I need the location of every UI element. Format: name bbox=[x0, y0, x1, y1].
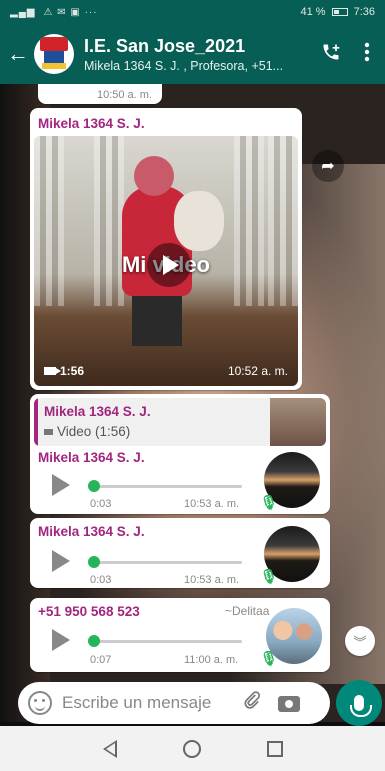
notification-icons: ⚠ ✉ ▣ ··· bbox=[43, 6, 98, 18]
mic-icon: 🎙 bbox=[260, 650, 278, 666]
add-call-icon[interactable] bbox=[313, 42, 349, 67]
message-time: 10:52 a. m. bbox=[227, 364, 288, 378]
quoted-thumbnail bbox=[270, 398, 326, 446]
message-sender: Mikela 1364 S. J. bbox=[38, 116, 145, 131]
composer bbox=[0, 680, 385, 726]
voice-duration: 0:03 bbox=[90, 498, 112, 510]
quoted-message[interactable]: Mikela 1364 S. J. Video (1:56) bbox=[34, 398, 326, 446]
play-icon[interactable] bbox=[52, 629, 70, 651]
more-vert-icon[interactable] bbox=[349, 42, 385, 67]
video-camera-icon bbox=[44, 428, 53, 435]
signal-icon: ▂▄▆ bbox=[10, 6, 36, 18]
voice-message[interactable]: +51 950 568 523 ~Delitaa 0:07 11:00 a. m… bbox=[30, 598, 330, 672]
reply-voice-message[interactable]: Mikela 1364 S. J. Video (1:56) Mikela 13… bbox=[30, 394, 330, 514]
status-bar: ▂▄▆ ⚠ ✉ ▣ ··· 41 % 7:36 bbox=[0, 0, 385, 24]
message-time: 11:00 a. m. bbox=[184, 654, 239, 666]
chat-info[interactable]: I.E. San Jose_2021 Mikela 1364 S. J. , P… bbox=[84, 36, 313, 73]
voice-seek-handle[interactable] bbox=[88, 556, 100, 568]
emoji-icon[interactable] bbox=[28, 691, 52, 715]
battery-percent: 41 % bbox=[300, 6, 326, 18]
voice-duration: 0:07 bbox=[90, 654, 112, 666]
message-input[interactable] bbox=[62, 693, 237, 713]
voice-duration: 0:03 bbox=[90, 574, 112, 586]
voice-seek-handle[interactable] bbox=[88, 635, 100, 647]
message-input-container bbox=[18, 682, 330, 724]
arrow-left-icon[interactable]: ← bbox=[4, 41, 32, 67]
voice-progress-track[interactable] bbox=[92, 485, 242, 488]
video-message[interactable]: Mikela 1364 S. J. Mi video 1:56 10:52 a.… bbox=[30, 108, 302, 390]
nav-back-icon[interactable] bbox=[102, 739, 117, 758]
chevron-double-down-icon: ︾ bbox=[353, 634, 367, 650]
quoted-text: Video (1:56) bbox=[44, 424, 130, 439]
quoted-text-label: Video (1:56) bbox=[57, 424, 131, 439]
video-thumbnail[interactable]: Mi video 1:56 10:52 a. m. bbox=[34, 136, 298, 386]
message-sender: Mikela 1364 S. J. bbox=[38, 524, 145, 539]
message-time: 10:53 a. m. bbox=[184, 574, 240, 586]
message-sender-number: +51 950 568 523 bbox=[38, 604, 140, 619]
message-sender: Mikela 1364 S. J. bbox=[38, 450, 145, 465]
clock: 7:36 bbox=[353, 6, 375, 18]
voice-record-button[interactable] bbox=[336, 680, 382, 726]
battery-icon bbox=[331, 8, 348, 16]
play-icon bbox=[163, 255, 179, 275]
mic-icon bbox=[350, 695, 372, 717]
video-duration-text: 1:56 bbox=[60, 364, 85, 378]
chat-title: I.E. San Jose_2021 bbox=[84, 35, 246, 56]
status-icons-right: 41 % 7:36 bbox=[301, 6, 376, 18]
voice-progress-track[interactable] bbox=[92, 561, 242, 564]
camera-icon[interactable] bbox=[275, 693, 305, 713]
voice-progress-track[interactable] bbox=[92, 640, 242, 643]
message-time: 10:53 a. m. bbox=[184, 498, 240, 510]
nav-home-icon[interactable] bbox=[182, 739, 201, 758]
quoted-sender: Mikela 1364 S. J. bbox=[44, 404, 151, 419]
nav-recents-icon[interactable] bbox=[266, 740, 283, 757]
play-icon[interactable] bbox=[52, 550, 70, 572]
attach-icon[interactable] bbox=[237, 690, 267, 716]
group-avatar[interactable] bbox=[34, 34, 74, 74]
system-nav-bar bbox=[0, 726, 385, 771]
voice-message[interactable]: Mikela 1364 S. J. 0:03 10:53 a. m. 🎙 bbox=[30, 518, 330, 588]
message-time: 10:50 a. m. bbox=[96, 89, 152, 101]
forward-icon[interactable]: ➦ bbox=[312, 150, 344, 182]
mic-icon: 🎙 bbox=[260, 568, 278, 584]
chat-header: ← I.E. San Jose_2021 Mikela 1364 S. J. ,… bbox=[0, 24, 385, 84]
voice-seek-handle[interactable] bbox=[88, 480, 100, 492]
status-icons-left: ▂▄▆ ⚠ ✉ ▣ ··· bbox=[10, 7, 98, 18]
sender-pushname: ~Delitaa bbox=[225, 604, 270, 618]
scroll-to-bottom-button[interactable]: ︾ bbox=[345, 626, 375, 656]
video-camera-icon bbox=[44, 367, 61, 375]
play-button[interactable] bbox=[147, 243, 191, 287]
chat-participants: Mikela 1364 S. J. , Profesora, +51... bbox=[84, 58, 284, 73]
video-duration: 1:56 bbox=[44, 364, 84, 378]
message-bubble[interactable]: 10:50 a. m. bbox=[38, 84, 162, 104]
play-icon[interactable] bbox=[52, 474, 70, 496]
mic-icon: 🎙 bbox=[260, 494, 278, 510]
